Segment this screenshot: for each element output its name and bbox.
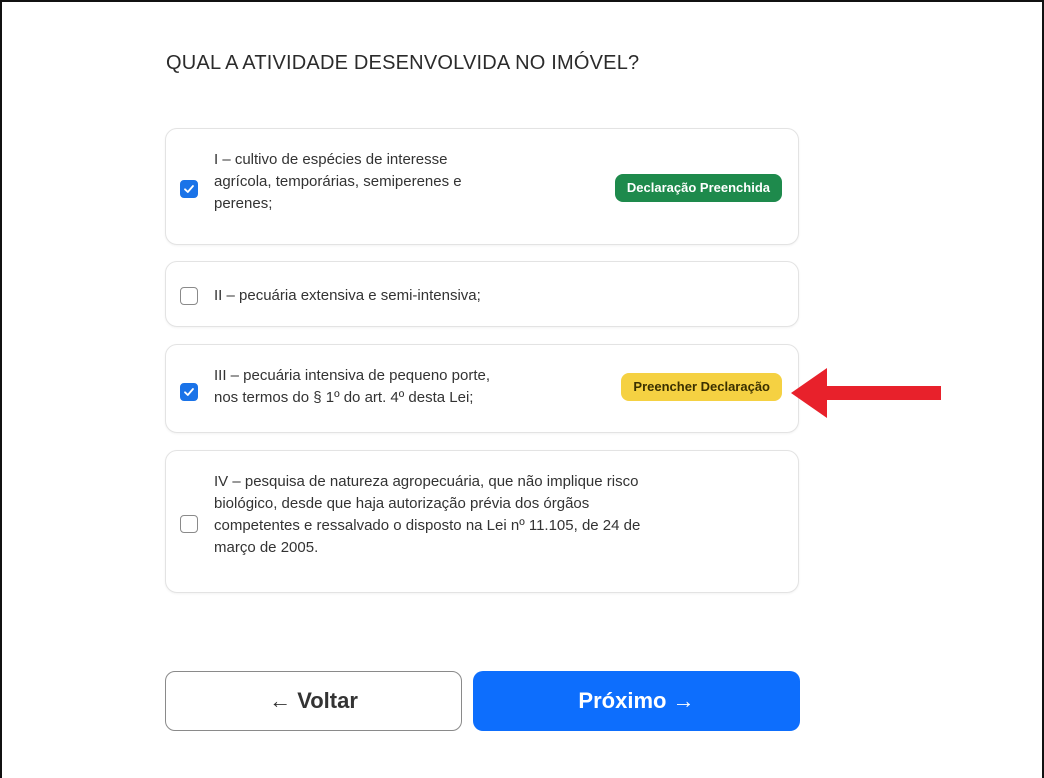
option-card-iii[interactable]: III – pecuária intensiva de pequeno port… (165, 344, 799, 433)
question-title: QUAL A ATIVIDADE DESENVOLVIDA NO IMÓVEL? (166, 52, 640, 74)
back-button[interactable]: ← Voltar (165, 671, 462, 731)
option-card-iv[interactable]: IV – pesquisa de natureza agropecuária, … (165, 450, 799, 593)
option-card-i[interactable]: I – cultivo de espécies de interesse agr… (165, 128, 799, 245)
declaracao-preenchida-badge[interactable]: Declaração Preenchida (614, 174, 782, 202)
red-arrow-left-icon (791, 368, 941, 418)
option-iv-label: IV – pesquisa de natureza agropecuária, … (214, 473, 641, 556)
option-i-checkbox[interactable] (180, 180, 198, 198)
option-iii-label: III – pecuária intensiva de pequeno port… (214, 367, 491, 406)
check-icon (184, 185, 194, 193)
preencher-declaracao-button[interactable]: Preencher Declaração (621, 373, 782, 401)
page-frame: QUAL A ATIVIDADE DESENVOLVIDA NO IMÓVEL?… (0, 0, 1044, 778)
option-ii-label: II – pecuária extensiva e semi-intensiva… (214, 287, 481, 304)
option-iii-checkbox[interactable] (180, 383, 198, 401)
option-ii-checkbox[interactable] (180, 287, 198, 305)
option-i-label: I – cultivo de espécies de interesse agr… (214, 151, 462, 212)
option-card-ii[interactable]: II – pecuária extensiva e semi-intensiva… (165, 261, 799, 327)
next-button[interactable]: Próximo → (473, 671, 800, 731)
check-icon (184, 388, 194, 396)
option-iv-checkbox[interactable] (180, 515, 198, 533)
